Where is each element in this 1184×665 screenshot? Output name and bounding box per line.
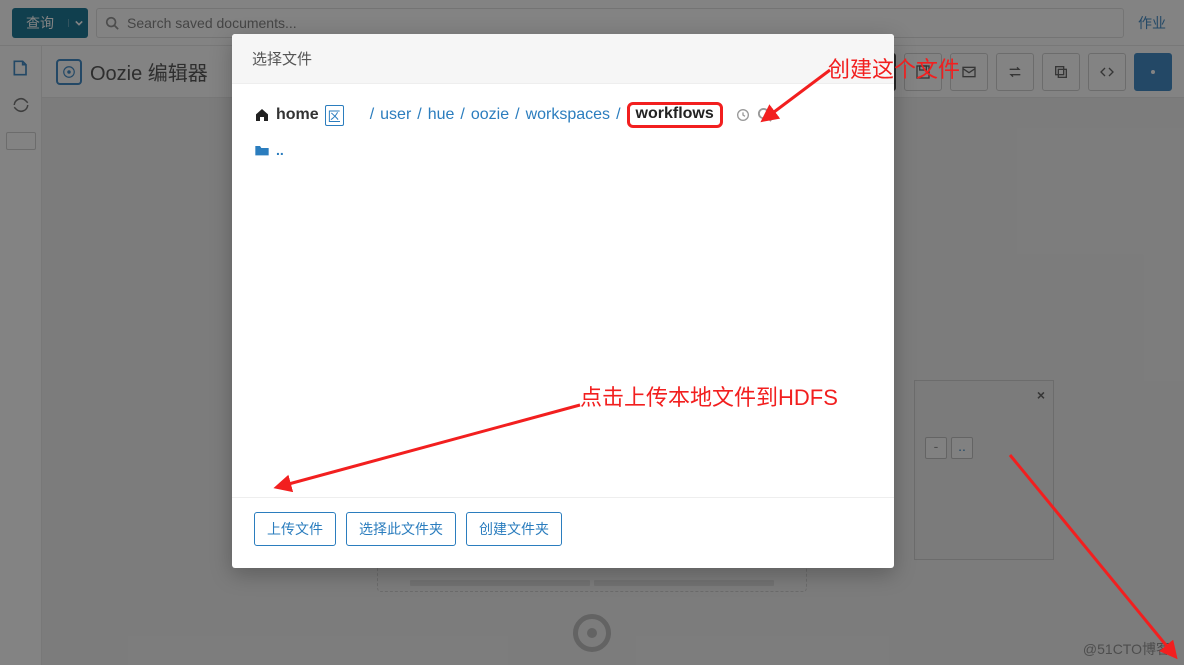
upload-file-button[interactable]: 上传文件 [254,512,336,546]
search-crumb-icon[interactable] [757,107,772,122]
select-folder-button[interactable]: 选择此文件夹 [346,512,456,546]
create-folder-button[interactable]: 创建文件夹 [466,512,562,546]
crumb-current: workflows [636,105,714,122]
folder-icon [254,143,270,157]
breadcrumb: home 区 / user / hue / oozie / workspaces… [254,102,872,128]
modal-footer: 上传文件 选择此文件夹 创建文件夹 [232,497,894,568]
zone-chip[interactable]: 区 [325,105,344,126]
file-chooser-modal: 选择文件 home 区 / user / hue / oozie / works… [232,34,894,568]
crumb-hue[interactable]: hue [428,106,455,124]
current-folder-highlight: workflows [627,102,723,128]
home-icon [254,107,270,123]
crumb-workspaces[interactable]: workspaces [526,106,610,124]
parent-folder-link[interactable]: .. [254,142,872,158]
breadcrumb-home[interactable]: home [254,106,319,124]
modal-title: 选择文件 [232,34,894,84]
crumb-user[interactable]: user [380,106,411,124]
modal-body: home 区 / user / hue / oozie / workspaces… [232,84,894,497]
history-icon[interactable] [735,107,751,123]
crumb-oozie[interactable]: oozie [471,106,509,124]
